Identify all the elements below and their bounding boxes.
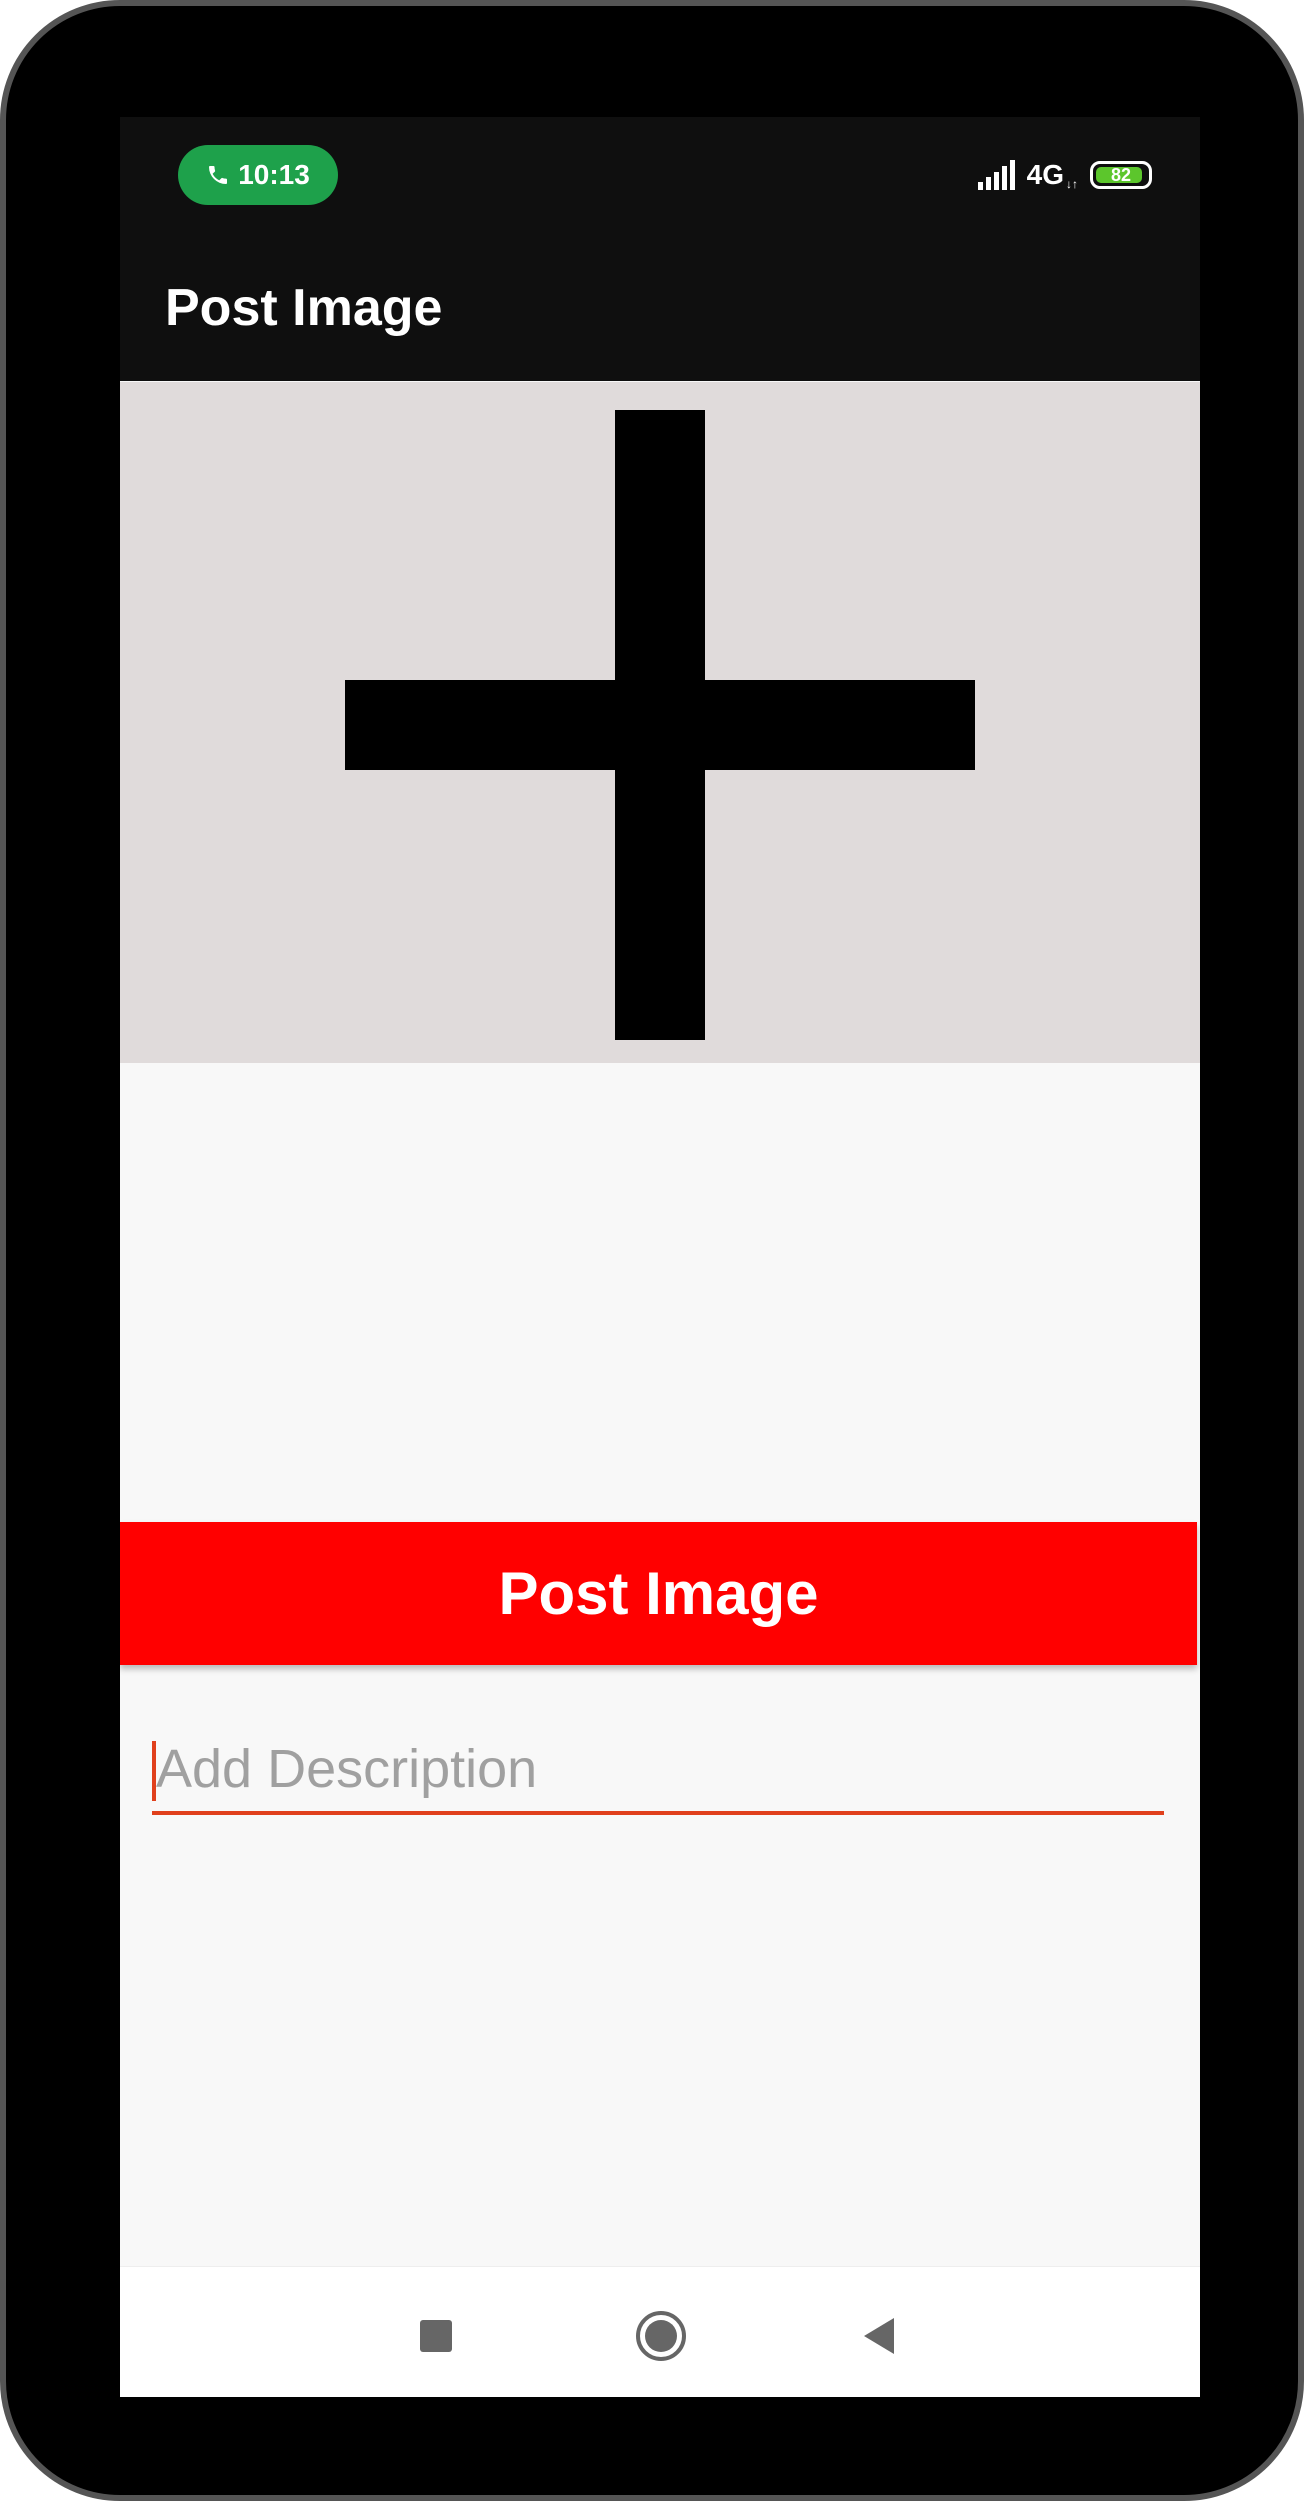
status-icons: 4G ↓↑ 82 (977, 155, 1152, 195)
post-image-button[interactable]: Post Image (120, 1522, 1197, 1665)
recent-apps-icon[interactable] (420, 2320, 452, 2352)
screen: 10:13 4G ↓↑ 82 Post Image Post Image Add… (120, 117, 1200, 2397)
status-bar: 10:13 4G ↓↑ 82 (120, 117, 1200, 233)
battery-icon: 82 (1090, 161, 1152, 189)
app-bar: Post Image (120, 233, 1200, 381)
network-label: 4G (1026, 159, 1064, 190)
battery-level: 82 (1110, 164, 1132, 185)
description-field[interactable] (152, 1727, 1164, 1815)
home-icon[interactable] (636, 2311, 686, 2361)
device-frame: 10:13 4G ↓↑ 82 Post Image Post Image Add… (0, 0, 1304, 2501)
back-icon[interactable] (864, 2318, 894, 2354)
phone-icon (209, 166, 228, 184)
page-title: Post Image (165, 279, 443, 337)
network-type: 4G ↓↑ (1027, 159, 1078, 191)
ongoing-call-pill[interactable]: 10:13 (178, 145, 338, 205)
navigation-bar (120, 2266, 1200, 2397)
text-cursor (152, 1741, 156, 1801)
signal-icon (977, 160, 1015, 190)
call-time: 10:13 (238, 159, 310, 190)
description-input[interactable] (152, 1727, 1164, 1811)
data-activity-icon: ↓↑ (1066, 177, 1078, 191)
image-picker[interactable] (120, 382, 1200, 1063)
